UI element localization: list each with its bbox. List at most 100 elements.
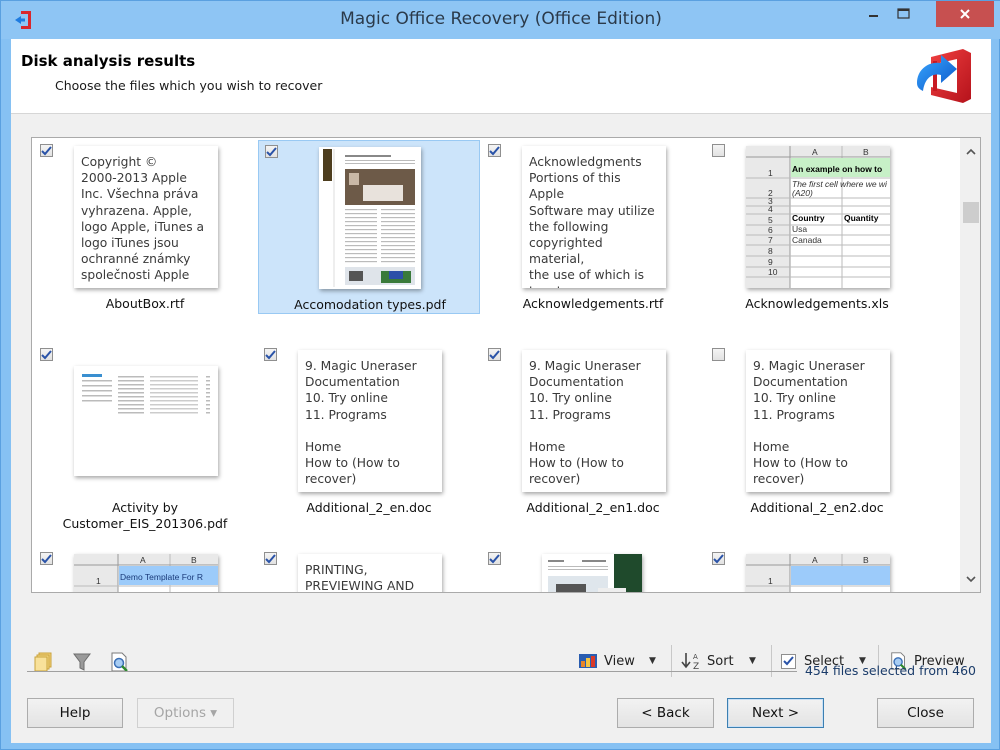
- filter-icon[interactable]: [71, 651, 93, 673]
- folders-icon[interactable]: [33, 651, 55, 673]
- selection-status: 454 files selected from 460: [804, 663, 976, 678]
- file-name-label: Additional_2_en.doc: [306, 500, 432, 515]
- svg-text:Z: Z: [693, 662, 699, 671]
- sort-az-icon: A Z: [681, 653, 699, 671]
- back-button[interactable]: < Back: [617, 698, 714, 728]
- file-tile[interactable]: Acknowledgments Portions of this Apple S…: [482, 140, 704, 314]
- file-tile[interactable]: 9. Magic Uneraser Documentation 10. Try …: [706, 344, 928, 518]
- file-checkbox[interactable]: [40, 552, 53, 565]
- preview-text: 9. Magic Uneraser Documentation 10. Try …: [753, 359, 865, 487]
- maximize-button[interactable]: [889, 1, 919, 27]
- wizard-content: Disk analysis results Choose the files w…: [11, 39, 991, 743]
- file-preview-thumbnail[interactable]: 9. Magic Uneraser Documentation 10. Try …: [522, 350, 666, 492]
- minimize-button[interactable]: [859, 1, 889, 27]
- file-preview-thumbnail[interactable]: 9. Magic Uneraser Documentation 10. Try …: [298, 350, 442, 492]
- view-label: View: [604, 653, 635, 669]
- file-tile[interactable]: 9. Magic Uneraser Documentation 10. Try …: [258, 344, 480, 518]
- file-preview-thumbnail[interactable]: [542, 554, 642, 592]
- svg-text:10: 10: [768, 267, 778, 277]
- close-button[interactable]: Close: [877, 698, 974, 728]
- file-tile[interactable]: [482, 548, 704, 592]
- svg-text:Quantity: Quantity: [844, 213, 879, 223]
- page-subtitle: Choose the files which you wish to recov…: [55, 78, 323, 93]
- file-name-label: Accomodation types.pdf: [294, 297, 446, 312]
- file-checkbox[interactable]: [488, 348, 501, 361]
- file-checkbox[interactable]: [488, 552, 501, 565]
- file-preview-thumbnail[interactable]: A B 1 2 3 4 5 6 7 8 9 10 An example on how to The fir…: [746, 146, 890, 288]
- svg-text:5: 5: [768, 215, 773, 225]
- file-checkbox[interactable]: [40, 348, 53, 361]
- options-button[interactable]: Options ▾: [137, 698, 234, 728]
- file-tile[interactable]: A B 1 2 3 4 5 6 7 8 9 10 An example on how to The fir…: [706, 140, 928, 314]
- svg-text:A: A: [693, 653, 698, 661]
- file-tile[interactable]: Activity by Customer_EIS_201306.pdf: [34, 344, 256, 531]
- svg-text:Country: Country: [792, 213, 825, 223]
- preview-text: Acknowledgments Portions of this Apple S…: [529, 155, 655, 288]
- chevron-up-icon: [966, 148, 976, 155]
- file-tile[interactable]: 9. Magic Uneraser Documentation 10. Try …: [482, 344, 704, 518]
- close-window-button[interactable]: [936, 1, 994, 27]
- preview-text: 9. Magic Uneraser Documentation 10. Try …: [305, 359, 417, 487]
- file-name-label: Acknowledgements.rtf: [522, 296, 664, 311]
- chevron-down-icon: [966, 575, 976, 582]
- minimize-icon: [869, 15, 878, 17]
- svg-text:1: 1: [768, 576, 773, 586]
- svg-text:B: B: [863, 147, 869, 157]
- wizard-header: Disk analysis results Choose the files w…: [11, 39, 991, 114]
- file-checkbox[interactable]: [712, 348, 725, 361]
- svg-text:1: 1: [768, 168, 773, 178]
- svg-text:Canada: Canada: [792, 235, 822, 245]
- next-button[interactable]: Next >: [727, 698, 824, 728]
- view-dropdown-caret[interactable]: ▼: [649, 656, 656, 666]
- svg-text:(A20): (A20): [792, 188, 813, 198]
- file-tile[interactable]: A B 1: [706, 548, 928, 592]
- scroll-down-button[interactable]: [961, 569, 980, 589]
- svg-text:8: 8: [768, 246, 773, 256]
- maximize-icon: [897, 8, 910, 19]
- spreadsheet-preview: A B 1: [746, 554, 890, 592]
- vertical-scrollbar[interactable]: [960, 138, 980, 592]
- check-icon: [41, 349, 52, 359]
- scroll-thumb[interactable]: [963, 202, 979, 223]
- file-preview-thumbnail[interactable]: Copyright © 2000-2013 Apple Inc. Všechna…: [74, 146, 218, 288]
- file-preview-thumbnail[interactable]: PRINTING, PREVIEWING AND: [298, 554, 442, 592]
- file-checkbox[interactable]: [264, 552, 277, 565]
- svg-text:A: A: [812, 147, 818, 157]
- status-divider: [27, 671, 797, 672]
- file-tile[interactable]: A B 1 Demo Template For R: [34, 548, 256, 592]
- file-checkbox[interactable]: [488, 144, 501, 157]
- find-file-icon[interactable]: [109, 651, 131, 673]
- title-bar[interactable]: Magic Office Recovery (Office Edition): [1, 1, 1000, 39]
- check-icon: [489, 553, 500, 563]
- brand-logo-icon: [917, 49, 971, 103]
- check-icon: [489, 349, 500, 359]
- check-icon: [41, 145, 52, 155]
- file-preview-thumbnail[interactable]: [74, 366, 218, 476]
- file-tile[interactable]: Copyright © 2000-2013 Apple Inc. Všechna…: [34, 140, 256, 314]
- file-checkbox[interactable]: [712, 552, 725, 565]
- file-preview-thumbnail[interactable]: [319, 147, 421, 289]
- preview-text: Copyright © 2000-2013 Apple Inc. Všechna…: [81, 155, 205, 283]
- app-window: Magic Office Recovery (Office Edition) D…: [0, 0, 1000, 750]
- file-preview-thumbnail[interactable]: A B 1 Demo Template For R: [74, 554, 218, 592]
- file-thumbnail-grid: A B 1 PRINTING, PREVIEWING AND A B 1 Demo Templ…: [31, 137, 981, 593]
- file-name-label: Additional_2_en1.doc: [526, 500, 660, 515]
- svg-text:B: B: [191, 555, 197, 565]
- help-button[interactable]: Help: [27, 698, 123, 728]
- file-preview-thumbnail[interactable]: A B 1: [746, 554, 890, 592]
- file-name-label: Acknowledgements.xls: [745, 296, 889, 311]
- file-preview-thumbnail[interactable]: Acknowledgments Portions of this Apple S…: [522, 146, 666, 288]
- file-preview-thumbnail[interactable]: 9. Magic Uneraser Documentation 10. Try …: [746, 350, 890, 492]
- file-tile[interactable]: Accomodation types.pdf: [258, 140, 480, 314]
- close-icon: [960, 9, 970, 19]
- sort-dropdown-caret[interactable]: ▼: [749, 656, 756, 666]
- file-checkbox[interactable]: [712, 144, 725, 157]
- svg-text:7: 7: [768, 235, 773, 245]
- file-tile[interactable]: PRINTING, PREVIEWING AND: [258, 548, 480, 592]
- scroll-up-button[interactable]: [961, 141, 980, 161]
- file-checkbox[interactable]: [40, 144, 53, 157]
- file-checkbox[interactable]: [264, 348, 277, 361]
- file-checkbox[interactable]: [265, 145, 278, 158]
- view-icon: [579, 654, 597, 668]
- check-icon: [489, 145, 500, 155]
